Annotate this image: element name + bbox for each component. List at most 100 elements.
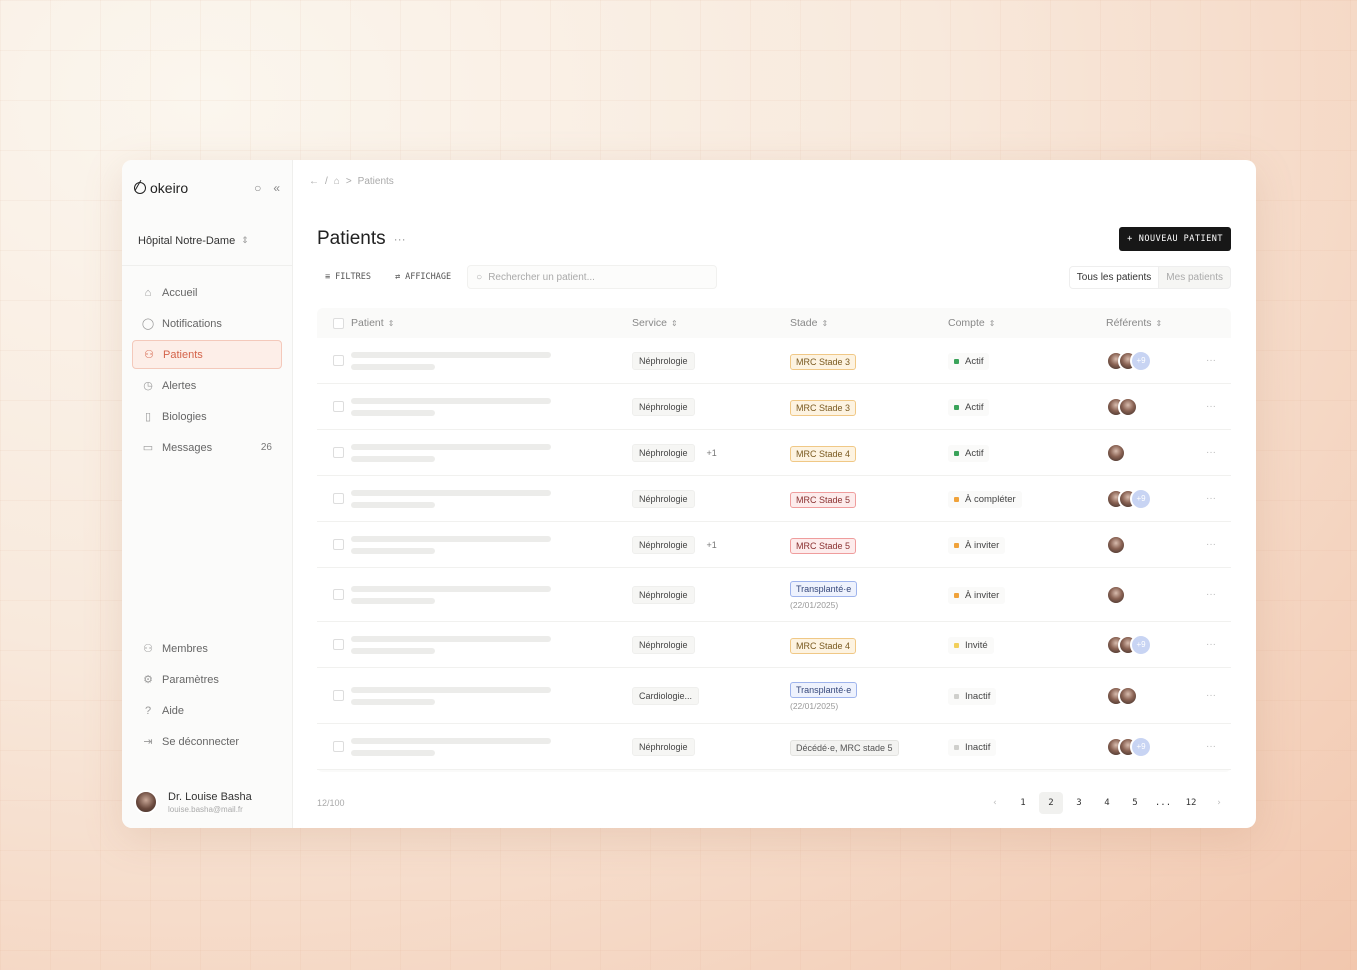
more-referents-badge[interactable]: +9 — [1130, 735, 1152, 758]
prev-page-icon[interactable]: ‹ — [983, 792, 1007, 814]
logo[interactable]: okeiro — [134, 180, 188, 196]
patient-name-placeholder — [351, 737, 551, 744]
row-checkbox[interactable] — [332, 447, 344, 458]
more-icon[interactable]: ··· — [394, 232, 406, 246]
hospital-selector[interactable]: Hôpital Notre-Dame ⇕ — [122, 216, 292, 266]
row-more-icon[interactable]: ··· — [1191, 401, 1231, 412]
table-row[interactable]: Néphrologie +1 MRC Stade 4 Actif ··· — [317, 430, 1231, 476]
patient-name-placeholder — [351, 397, 551, 404]
extra-services-count[interactable]: +1 — [701, 448, 717, 458]
referents-avatars[interactable] — [1106, 396, 1191, 417]
referents-avatars[interactable]: +9 — [1106, 735, 1191, 758]
filters-button[interactable]: ≡ FILTRES — [317, 266, 379, 288]
account-status: Actif — [948, 353, 990, 370]
row-more-icon[interactable]: ··· — [1191, 589, 1231, 600]
patient-meta-placeholder — [351, 749, 435, 756]
page-button[interactable]: 4 — [1095, 792, 1119, 814]
row-checkbox[interactable] — [332, 493, 344, 504]
col-referents[interactable]: Référents ⇕ — [1106, 317, 1191, 329]
collapse-icon[interactable]: « — [273, 181, 280, 195]
patient-cell — [351, 351, 632, 370]
sidebar-item-label: Notifications — [162, 317, 222, 330]
table-row[interactable]: Néphrologie Transplanté·e (22/01/2025) À in… — [317, 568, 1231, 622]
table-row[interactable]: Néphrologie +1 MRC Stade 5 À inviter ··· — [317, 522, 1231, 568]
home-icon[interactable]: ⌂ — [334, 176, 340, 187]
row-checkbox[interactable] — [332, 741, 344, 752]
service-tag: Néphrologie — [632, 636, 695, 654]
sidebar-item-3[interactable]: ◷ Alertes — [132, 371, 282, 400]
sidebar-item-b0[interactable]: ⚇ Membres — [132, 634, 282, 663]
referents-avatars[interactable]: +9 — [1106, 349, 1191, 372]
col-stade[interactable]: Stade ⇕ — [790, 317, 948, 329]
row-checkbox[interactable] — [332, 690, 344, 701]
status-dot — [954, 694, 959, 699]
col-service[interactable]: Service ⇕ — [632, 317, 790, 329]
table-row[interactable]: Néphrologie MRC Stade 3 Actif +9 ··· — [317, 338, 1231, 384]
referents-avatars[interactable] — [1106, 584, 1191, 605]
row-more-icon[interactable]: ··· — [1191, 493, 1231, 504]
table-row[interactable]: Cardiologie... Transplanté·e (22/01/2025) I… — [317, 668, 1231, 724]
more-referents-badge[interactable]: +9 — [1130, 349, 1152, 372]
status-dot — [954, 745, 959, 750]
select-all-checkbox[interactable] — [332, 317, 344, 329]
sidebar-item-5[interactable]: ▭ Messages 26 — [132, 433, 282, 462]
page-button[interactable]: 12 — [1179, 792, 1203, 814]
referents-avatars[interactable]: +9 — [1106, 633, 1191, 656]
col-compte[interactable]: Compte ⇕ — [948, 317, 1106, 329]
breadcrumb-current[interactable]: Patients — [358, 176, 394, 187]
row-checkbox[interactable] — [332, 589, 344, 600]
page-button[interactable]: 1 — [1011, 792, 1035, 814]
page-button[interactable]: ... — [1151, 792, 1175, 814]
row-more-icon[interactable]: ··· — [1191, 447, 1231, 458]
sidebar-item-b1[interactable]: ⚙ Paramètres — [132, 665, 282, 694]
search-input[interactable]: ○ Rechercher un patient... — [467, 265, 718, 289]
service-cell: Néphrologie — [632, 489, 790, 508]
sidebar-item-1[interactable]: ◯ Notifications — [132, 309, 282, 338]
back-arrow-icon[interactable]: ← — [309, 176, 319, 187]
sidebar-item-b3[interactable]: ⇥ Se déconnecter — [132, 727, 282, 756]
row-checkbox[interactable] — [332, 401, 344, 412]
row-more-icon[interactable]: ··· — [1191, 539, 1231, 550]
row-more-icon[interactable]: ··· — [1191, 741, 1231, 752]
table-row[interactable]: Néphrologie MRC Stade 3 Actif ··· — [317, 384, 1231, 430]
more-referents-badge[interactable]: +9 — [1130, 633, 1152, 656]
col-patient[interactable]: Patient ⇕ — [351, 317, 632, 329]
patient-meta-placeholder — [351, 455, 435, 462]
row-checkbox[interactable] — [332, 539, 344, 550]
row-more-icon[interactable]: ··· — [1191, 690, 1231, 701]
display-button[interactable]: ⇄ AFFICHAGE — [387, 266, 459, 288]
compte-cell: Actif — [948, 351, 1106, 370]
page-button[interactable]: 2 — [1039, 792, 1063, 814]
referents-avatars[interactable]: +9 — [1106, 487, 1191, 510]
col-service-label: Service — [632, 317, 668, 329]
tab-all-patients[interactable]: Tous les patients — [1069, 266, 1160, 288]
sidebar-item-b2[interactable]: ? Aide — [132, 696, 282, 725]
next-page-icon[interactable]: › — [1207, 792, 1231, 814]
more-referents-badge[interactable]: +9 — [1130, 487, 1152, 510]
table-row[interactable]: Néphrologie MRC Stade 4 Invité +9 ··· — [317, 622, 1231, 668]
stade-badge: MRC Stade 4 — [790, 637, 857, 654]
account-status: Invité — [948, 637, 994, 654]
row-checkbox[interactable] — [332, 355, 344, 366]
referents-avatars[interactable] — [1106, 534, 1191, 555]
stade-cell: MRC Stade 3 — [790, 398, 948, 416]
new-patient-button[interactable]: + NOUVEAU PATIENT — [1119, 227, 1231, 251]
page-button[interactable]: 5 — [1123, 792, 1147, 814]
referents-avatars[interactable] — [1106, 442, 1191, 463]
row-checkbox[interactable] — [332, 639, 344, 650]
search-icon[interactable]: ○ — [254, 181, 261, 195]
page-button[interactable]: 3 — [1067, 792, 1091, 814]
extra-services-count[interactable]: +1 — [701, 540, 717, 550]
table-row[interactable]: Néphrologie MRC Stade 5 À compléter +9 ··· — [317, 476, 1231, 522]
sidebar-item-0[interactable]: ⌂ Accueil — [132, 278, 282, 307]
row-more-icon[interactable]: ··· — [1191, 355, 1231, 366]
tab-my-patients[interactable]: Mes patients — [1159, 267, 1230, 288]
row-more-icon[interactable]: ··· — [1191, 639, 1231, 650]
status-dot — [954, 543, 959, 548]
table-row[interactable]: Néphrologie Décédé·e, MRC stade 5 Inactif +… — [317, 724, 1231, 770]
sidebar-item-4[interactable]: ▯ Biologies — [132, 402, 282, 431]
referents-avatars[interactable] — [1106, 685, 1191, 706]
user-profile[interactable]: Dr. Louise Basha louise.basha@mail.fr — [134, 790, 252, 814]
sidebar-item-2[interactable]: ⚇ Patients — [132, 340, 282, 369]
row-check-cell — [317, 447, 351, 458]
